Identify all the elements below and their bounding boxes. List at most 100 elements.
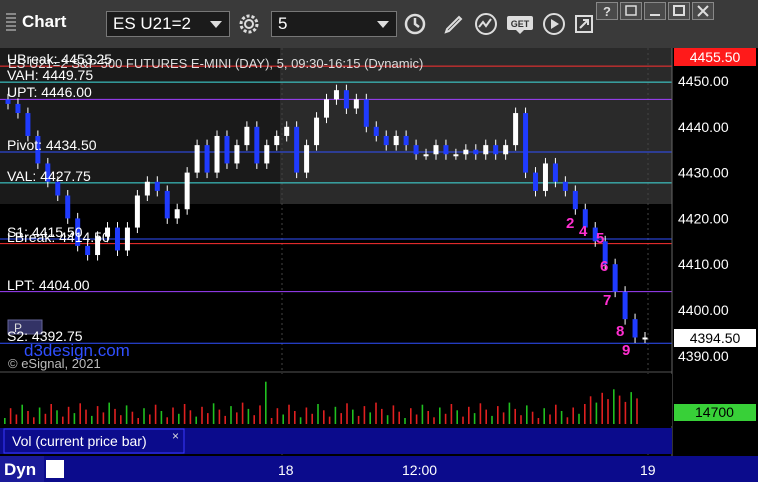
volume-bar (259, 405, 261, 424)
volume-bar (299, 417, 302, 424)
volume-bar (33, 417, 35, 424)
volume-bar (456, 410, 458, 424)
volume-bar (276, 408, 279, 424)
gear-icon[interactable] (235, 11, 263, 37)
price-axis-label: 4440.00 (678, 119, 729, 135)
volume-bar (346, 403, 348, 424)
drag-grip-icon[interactable] (6, 13, 16, 31)
volume-bar (595, 402, 598, 424)
candle-body (542, 163, 548, 191)
time-label-19: 19 (640, 462, 656, 478)
volume-bar (212, 403, 215, 424)
volume-bar (323, 410, 325, 424)
candle-body (343, 90, 349, 109)
link-chart-icon[interactable] (46, 460, 64, 478)
sequential-count-label: 8 (616, 323, 624, 340)
candle-body (224, 135, 230, 164)
close-icon[interactable] (692, 2, 714, 20)
level-label: VAL: 4427.75 (7, 167, 91, 184)
candle-body (284, 126, 290, 136)
volume-bar (357, 415, 360, 424)
volume-bar (44, 413, 47, 424)
window-title-text: Chart (22, 12, 67, 31)
minimize-icon[interactable] (644, 2, 666, 20)
volume-bar (183, 404, 186, 424)
volume-bar (502, 412, 505, 424)
volume-bar (520, 415, 522, 424)
volume-bar (265, 381, 267, 424)
volume-bar (340, 413, 342, 424)
candle-body (503, 145, 509, 155)
candle-body (403, 135, 409, 146)
help-icon[interactable]: ? (596, 2, 618, 20)
candle-body (164, 190, 170, 219)
volume-bar (38, 407, 41, 424)
volume-bar (4, 418, 6, 424)
chevron-down-icon[interactable] (377, 21, 389, 28)
price-axis-label: 4390.00 (678, 348, 729, 364)
volume-bar (270, 418, 273, 424)
interval-combo[interactable]: 5 (271, 11, 397, 37)
volume-bar (572, 407, 574, 424)
link-icon[interactable] (570, 11, 598, 37)
volume-bar (514, 408, 516, 424)
candle-body (483, 145, 489, 155)
volume-bar (630, 392, 632, 424)
volume-bar (294, 411, 296, 424)
volume-bar (305, 407, 308, 424)
chevron-down-icon[interactable] (210, 21, 222, 28)
volume-bar (21, 404, 23, 424)
volume-bar (352, 409, 354, 424)
price-chart[interactable]: 2 4 56789 ES U21=2 S&P 500 FUTURES E-MINI … (0, 48, 758, 482)
volume-bar (468, 406, 470, 424)
candle-body (523, 113, 529, 173)
sequential-count-label: 9 (622, 342, 630, 359)
volume-bar (247, 408, 250, 424)
candle-body (144, 181, 150, 196)
volume-bar (108, 402, 110, 424)
volume-bar (27, 411, 29, 424)
candle-body (612, 264, 618, 292)
candle-body (15, 103, 21, 114)
maximize-icon[interactable] (668, 2, 690, 20)
volume-bar (15, 414, 18, 424)
candle-body (562, 181, 568, 191)
volume-bar (224, 415, 226, 424)
volume-bar (369, 412, 371, 424)
restore-window-icon[interactable] (620, 2, 642, 20)
dyn-label: Dyn (4, 460, 36, 479)
candle-body (264, 145, 270, 164)
volume-bar (601, 392, 603, 424)
volume-bar (404, 418, 406, 424)
candle-body (433, 145, 439, 155)
candle-body (423, 154, 429, 157)
candle-body (493, 145, 499, 155)
symbol-combo[interactable]: ES U21=2 (106, 11, 230, 37)
level-label: UPT: 4446.00 (7, 84, 92, 101)
candle-body (154, 181, 160, 191)
candle-body (642, 337, 648, 340)
clock-icon[interactable] (401, 11, 429, 37)
study-icon[interactable] (472, 11, 500, 37)
sequential-count-label: 7 (603, 292, 611, 309)
play-icon[interactable] (540, 11, 568, 37)
volume-bar (62, 416, 64, 424)
volume-bar (491, 415, 493, 424)
candle-body (234, 145, 240, 164)
candle-body (632, 319, 638, 338)
time-label-18: 18 (278, 462, 294, 478)
pencil-icon[interactable] (440, 11, 468, 37)
candle-body (413, 145, 419, 155)
volume-value-text: 14700 (695, 404, 734, 420)
candle-body (324, 99, 329, 118)
volume-bar (9, 408, 12, 424)
get-data-icon[interactable]: GET (505, 11, 535, 37)
symbol-value: ES U21=2 (113, 14, 191, 33)
candle-body (453, 154, 459, 157)
candle-body (25, 113, 31, 136)
volume-bar (421, 404, 424, 424)
volume-bar (410, 408, 412, 424)
price-axis-label: 4410.00 (678, 256, 729, 272)
volume-close-icon: × (172, 429, 179, 443)
volume-bar (137, 418, 139, 424)
